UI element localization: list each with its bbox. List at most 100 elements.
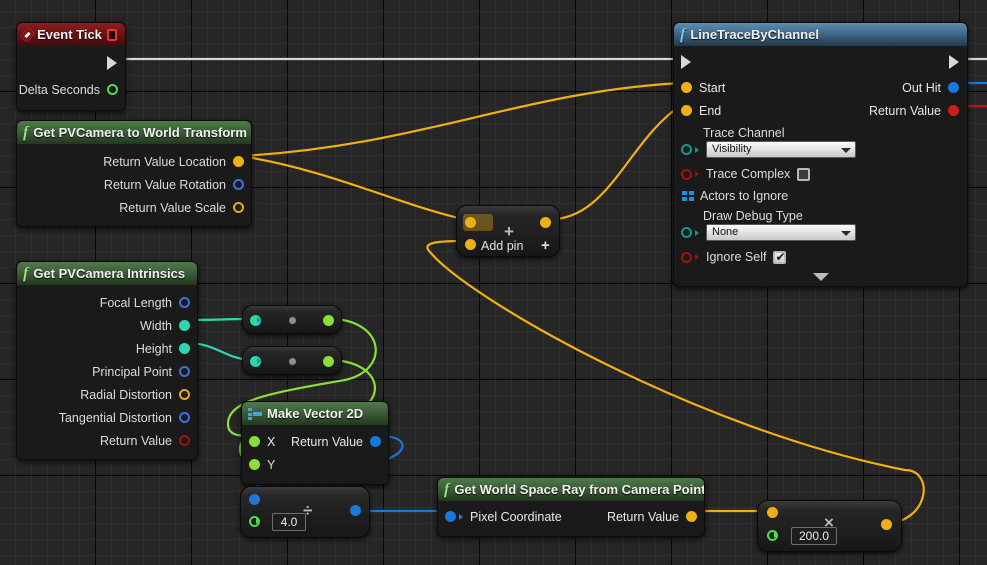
output-pin-width[interactable] [179, 320, 190, 331]
dropdown-value: None [712, 226, 739, 238]
input-pin-trace-channel[interactable] [681, 144, 692, 155]
pin-row-end-returnvalue[interactable]: End Return Value [674, 99, 967, 122]
output-pin-convert-a[interactable] [323, 315, 334, 326]
node-get-pvcamera-to-world-transform[interactable]: f Get PVCamera to World Transform Return… [16, 120, 252, 227]
pin-row-start-outhit[interactable]: Start Out Hit [674, 76, 967, 99]
input-pin-end[interactable] [681, 105, 692, 116]
operator-glyph: × [824, 513, 834, 532]
input-pin-trace-complex[interactable] [681, 168, 692, 180]
pin-row-x-returnvalue[interactable]: X Return Value [242, 430, 388, 453]
node-convert-int-to-float-b[interactable] [242, 346, 342, 375]
exec-output-pin[interactable] [107, 56, 117, 70]
pin-row-width[interactable]: Width [17, 314, 197, 337]
pin-row-delta-seconds[interactable]: Delta Seconds [17, 78, 125, 101]
wire-add-end [555, 105, 681, 221]
pin-label: Width [140, 318, 172, 333]
field-label: Draw Debug Type [703, 209, 803, 223]
convert-dot-icon [289, 358, 296, 365]
output-pin-out-hit[interactable] [948, 82, 959, 93]
pin-label: Pixel Coordinate [470, 509, 562, 524]
pin-arrow-icon [695, 146, 699, 153]
node-multiply[interactable]: 200.0 × [757, 500, 902, 552]
blueprint-graph-canvas[interactable]: Event Tick Delta Seconds f Get PVCamera … [0, 0, 987, 565]
field-trace-channel[interactable]: Trace Channel Visibility [674, 122, 967, 158]
pin-row-return-value-location[interactable]: Return Value Location [17, 150, 251, 173]
output-pin-focal-length[interactable] [179, 297, 190, 308]
input-pin-draw-debug-type[interactable] [681, 227, 692, 238]
add-pin-plus-icon[interactable]: + [541, 237, 550, 254]
pin-arrow-icon [256, 496, 260, 502]
node-line-trace-by-channel[interactable]: f LineTraceByChannel Start Out Hit End R… [673, 22, 968, 287]
output-pin-world-ray-return-value[interactable] [686, 511, 697, 522]
output-pin-return-value-scale[interactable] [233, 202, 244, 213]
dropdown-value: Visibility [712, 143, 752, 155]
output-pin-delta-seconds[interactable] [107, 84, 118, 95]
checkbox-ignore-self[interactable] [773, 250, 787, 264]
pin-row-y[interactable]: Y [242, 453, 388, 476]
pin-row-radial-distortion[interactable]: Radial Distortion [17, 383, 197, 406]
output-pin-add[interactable] [540, 217, 551, 228]
field-draw-debug-type[interactable]: Draw Debug Type None [674, 203, 967, 241]
pin-label: Start [699, 80, 726, 95]
pin-row-principal-point[interactable]: Principal Point [17, 360, 197, 383]
pin-label: Return Value [868, 103, 941, 118]
exec-output-row[interactable] [17, 51, 125, 75]
node-get-world-space-ray-from-camera-point[interactable]: f Get World Space Ray from Camera Point … [437, 477, 705, 537]
output-pin-return-value-rotation[interactable] [233, 179, 244, 190]
field-ignore-self[interactable]: Ignore Self [674, 241, 967, 264]
output-pin-multiply[interactable] [881, 519, 892, 530]
output-pin-tangential-distortion[interactable] [179, 412, 190, 423]
pin-label: Return Value [99, 433, 172, 448]
input-value-divide[interactable]: 4.0 [272, 513, 306, 531]
pin-row-intrinsics-return-value[interactable]: Return Value [17, 429, 197, 452]
input-pin-ignore-self[interactable] [681, 251, 692, 263]
node-header-camera-to-world: f Get PVCamera to World Transform [17, 121, 251, 144]
pin-label: Return Value Scale [119, 200, 226, 215]
exec-row[interactable] [674, 50, 967, 74]
chevron-down-icon [841, 231, 851, 236]
stop-square-icon[interactable] [106, 28, 117, 41]
array-icon [682, 190, 694, 202]
node-event-tick[interactable]: Event Tick Delta Seconds [16, 22, 126, 111]
node-get-pvcamera-intrinsics[interactable]: f Get PVCamera Intrinsics Focal Length W… [16, 261, 198, 460]
exec-output-pin[interactable] [949, 55, 959, 69]
checkbox-trace-complex[interactable] [797, 167, 811, 181]
input-pin-pixel-coordinate[interactable] [445, 511, 456, 522]
output-pin-return-value[interactable] [948, 105, 959, 116]
output-pin-radial-distortion[interactable] [179, 389, 190, 400]
function-icon: f [680, 26, 686, 43]
exec-input-pin[interactable] [681, 55, 691, 69]
node-divide[interactable]: 4.0 ÷ [240, 486, 370, 538]
pin-arrow-icon [695, 171, 699, 177]
input-pin-x[interactable] [249, 436, 260, 447]
output-pin-principal-point[interactable] [179, 366, 190, 377]
dropdown-draw-debug-type[interactable]: None [706, 224, 856, 241]
input-pin-y[interactable] [249, 459, 260, 470]
field-actors-to-ignore[interactable]: Actors to Ignore [674, 181, 967, 203]
pin-row-return-value-scale[interactable]: Return Value Scale [17, 196, 251, 219]
input-pin-start[interactable] [681, 82, 692, 93]
output-pin-height[interactable] [179, 343, 190, 354]
field-trace-complex[interactable]: Trace Complex [674, 158, 967, 181]
pin-row-focal-length[interactable]: Focal Length [17, 291, 197, 314]
node-convert-int-to-float-a[interactable] [242, 305, 342, 334]
add-pin-label[interactable]: Add pin [481, 239, 523, 253]
dropdown-trace-channel[interactable]: Visibility [706, 141, 856, 158]
event-diamond-icon [20, 27, 36, 42]
node-title: Get PVCamera Intrinsics [33, 266, 186, 281]
expand-collapse-arrow-icon[interactable] [812, 273, 829, 281]
output-pin-intrinsics-return-value[interactable] [179, 435, 190, 446]
output-pin-divide[interactable] [350, 505, 361, 516]
pin-row-pixel-coordinate[interactable]: Pixel Coordinate Return Value [438, 505, 704, 528]
output-pin-convert-b[interactable] [323, 356, 334, 367]
node-make-vector-2d[interactable]: Make Vector 2D X Return Value Y [241, 401, 389, 485]
pin-row-height[interactable]: Height [17, 337, 197, 360]
pin-label: Return Value Rotation [103, 177, 226, 192]
pin-row-tangential-distortion[interactable]: Tangential Distortion [17, 406, 197, 429]
pin-row-return-value-rotation[interactable]: Return Value Rotation [17, 173, 251, 196]
output-pin-return-value[interactable] [370, 436, 381, 447]
pin-label: Focal Length [99, 295, 172, 310]
node-add[interactable]: + Add pin + [456, 205, 560, 257]
output-pin-return-value-location[interactable] [233, 156, 244, 167]
node-title: Get PVCamera to World Transform [33, 125, 247, 140]
